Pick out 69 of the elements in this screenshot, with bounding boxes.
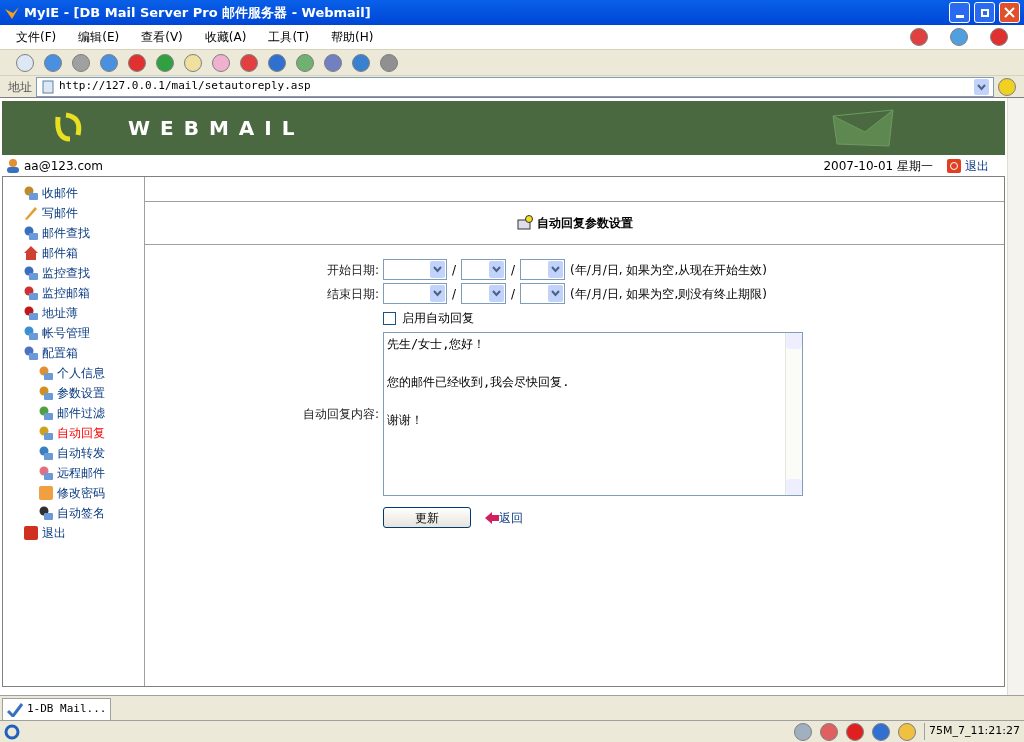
date-dropdown[interactable] xyxy=(383,259,447,280)
update-button[interactable]: 更新 xyxy=(383,507,471,528)
page-scrollbar[interactable] xyxy=(1007,98,1024,695)
window-title: MyIE - [DB Mail Server Pro 邮件服务器 - Webmail] xyxy=(24,3,372,22)
user-email: aa@123.com xyxy=(24,157,104,175)
date-dropdown[interactable] xyxy=(520,259,566,280)
reply-paragraph: 先生/女士,您好！ xyxy=(387,336,486,353)
date-separator: / xyxy=(511,285,516,303)
form-title: 自动回复参数设置 xyxy=(536,215,633,232)
sidebar-link[interactable]: 监控查找 xyxy=(42,264,90,282)
date-dropdown[interactable] xyxy=(383,283,447,304)
sidebar-link[interactable]: 写邮件 xyxy=(42,204,78,222)
address-field[interactable]: http://127.0.0.1/mail/setautoreply.asp xyxy=(36,76,994,97)
reply-textarea[interactable]: 先生/女士,您好！ 您的邮件已经收到,我会尽快回复. 谢谢！ xyxy=(383,332,803,496)
date-dropdown[interactable] xyxy=(461,283,507,304)
sidebar-link[interactable]: 配置箱 xyxy=(42,344,78,362)
back-link[interactable]: 返回 xyxy=(499,508,523,527)
checkbox[interactable] xyxy=(383,311,396,325)
sidebar-link[interactable]: 修改密码 xyxy=(57,484,105,502)
restore-button[interactable] xyxy=(974,2,995,23)
envelope-icon xyxy=(831,108,895,148)
date-hint: (年/月/日, 如果为空,则没有终止期限) xyxy=(570,285,767,303)
sidebar-link[interactable]: 自动转发 xyxy=(57,444,105,462)
scrollbar[interactable] xyxy=(785,333,802,495)
date-dropdown[interactable] xyxy=(461,259,507,280)
reply-paragraph: 谢谢！ xyxy=(387,412,423,429)
menu-item[interactable]: 编辑(E) xyxy=(78,28,120,46)
sidebar-link[interactable]: 参数设置 xyxy=(57,384,105,402)
date-hint: (年/月/日, 如果为空,从现在开始生效) xyxy=(570,261,767,279)
menu-item[interactable]: 文件(F) xyxy=(16,28,57,46)
sidebar-link[interactable]: 退出 xyxy=(42,524,66,542)
menu-item[interactable]: 工具(T) xyxy=(268,28,310,46)
user-icon xyxy=(6,158,20,173)
tab-label: 1-DB Mail... xyxy=(27,701,107,718)
sidebar-link[interactable]: 帐号管理 xyxy=(42,324,90,342)
address-label: 地址 xyxy=(8,78,32,96)
sidebar-link[interactable]: 邮件箱 xyxy=(42,244,78,262)
sidebar-link[interactable]: 自动签名 xyxy=(57,504,105,522)
status-clock: 75M_7_11:21:27 xyxy=(924,723,1020,740)
checkmark-icon xyxy=(7,702,23,717)
close-button[interactable] xyxy=(999,2,1020,23)
sidebar-link[interactable]: 地址薄 xyxy=(42,304,78,322)
pencil-icon xyxy=(23,205,39,221)
logout-link[interactable]: 退出 xyxy=(965,156,989,175)
sidebar-link[interactable]: 邮件查找 xyxy=(42,224,90,242)
menu-item[interactable]: 查看(V) xyxy=(141,28,183,46)
sidebar-link[interactable]: 个人信息 xyxy=(57,364,105,382)
sidebar-link[interactable]: 自动回复 xyxy=(57,424,105,442)
menu-item[interactable]: 帮助(H) xyxy=(331,28,374,46)
logo-text: WEBMAIL xyxy=(128,115,305,142)
back-arrow-icon xyxy=(485,511,499,524)
checkbox-label: 启用自动回复 xyxy=(402,310,474,327)
date-text: 2007-10-01 星期一 xyxy=(823,157,933,175)
sidebar-link[interactable]: 邮件过滤 xyxy=(57,404,105,422)
date-separator: / xyxy=(511,261,516,279)
browser-tab[interactable]: 1-DB Mail... xyxy=(2,698,112,720)
house-icon xyxy=(23,245,39,261)
date-dropdown[interactable] xyxy=(520,283,566,304)
sidebar-link[interactable]: 收邮件 xyxy=(42,184,78,202)
menu-item[interactable]: 收藏(A) xyxy=(204,28,247,46)
sidebar-link[interactable]: 远程邮件 xyxy=(57,464,105,482)
reply-paragraph: 您的邮件已经收到,我会尽快回复. xyxy=(387,374,570,391)
date-separator: / xyxy=(452,285,457,303)
sidebar-link[interactable]: 监控邮箱 xyxy=(42,284,90,302)
field-label: 开始日期: xyxy=(325,261,379,279)
minimize-button[interactable] xyxy=(949,2,970,23)
date-separator: / xyxy=(452,261,457,279)
field-label: 自动回复内容: xyxy=(301,406,379,423)
field-label: 结束日期: xyxy=(325,285,379,303)
